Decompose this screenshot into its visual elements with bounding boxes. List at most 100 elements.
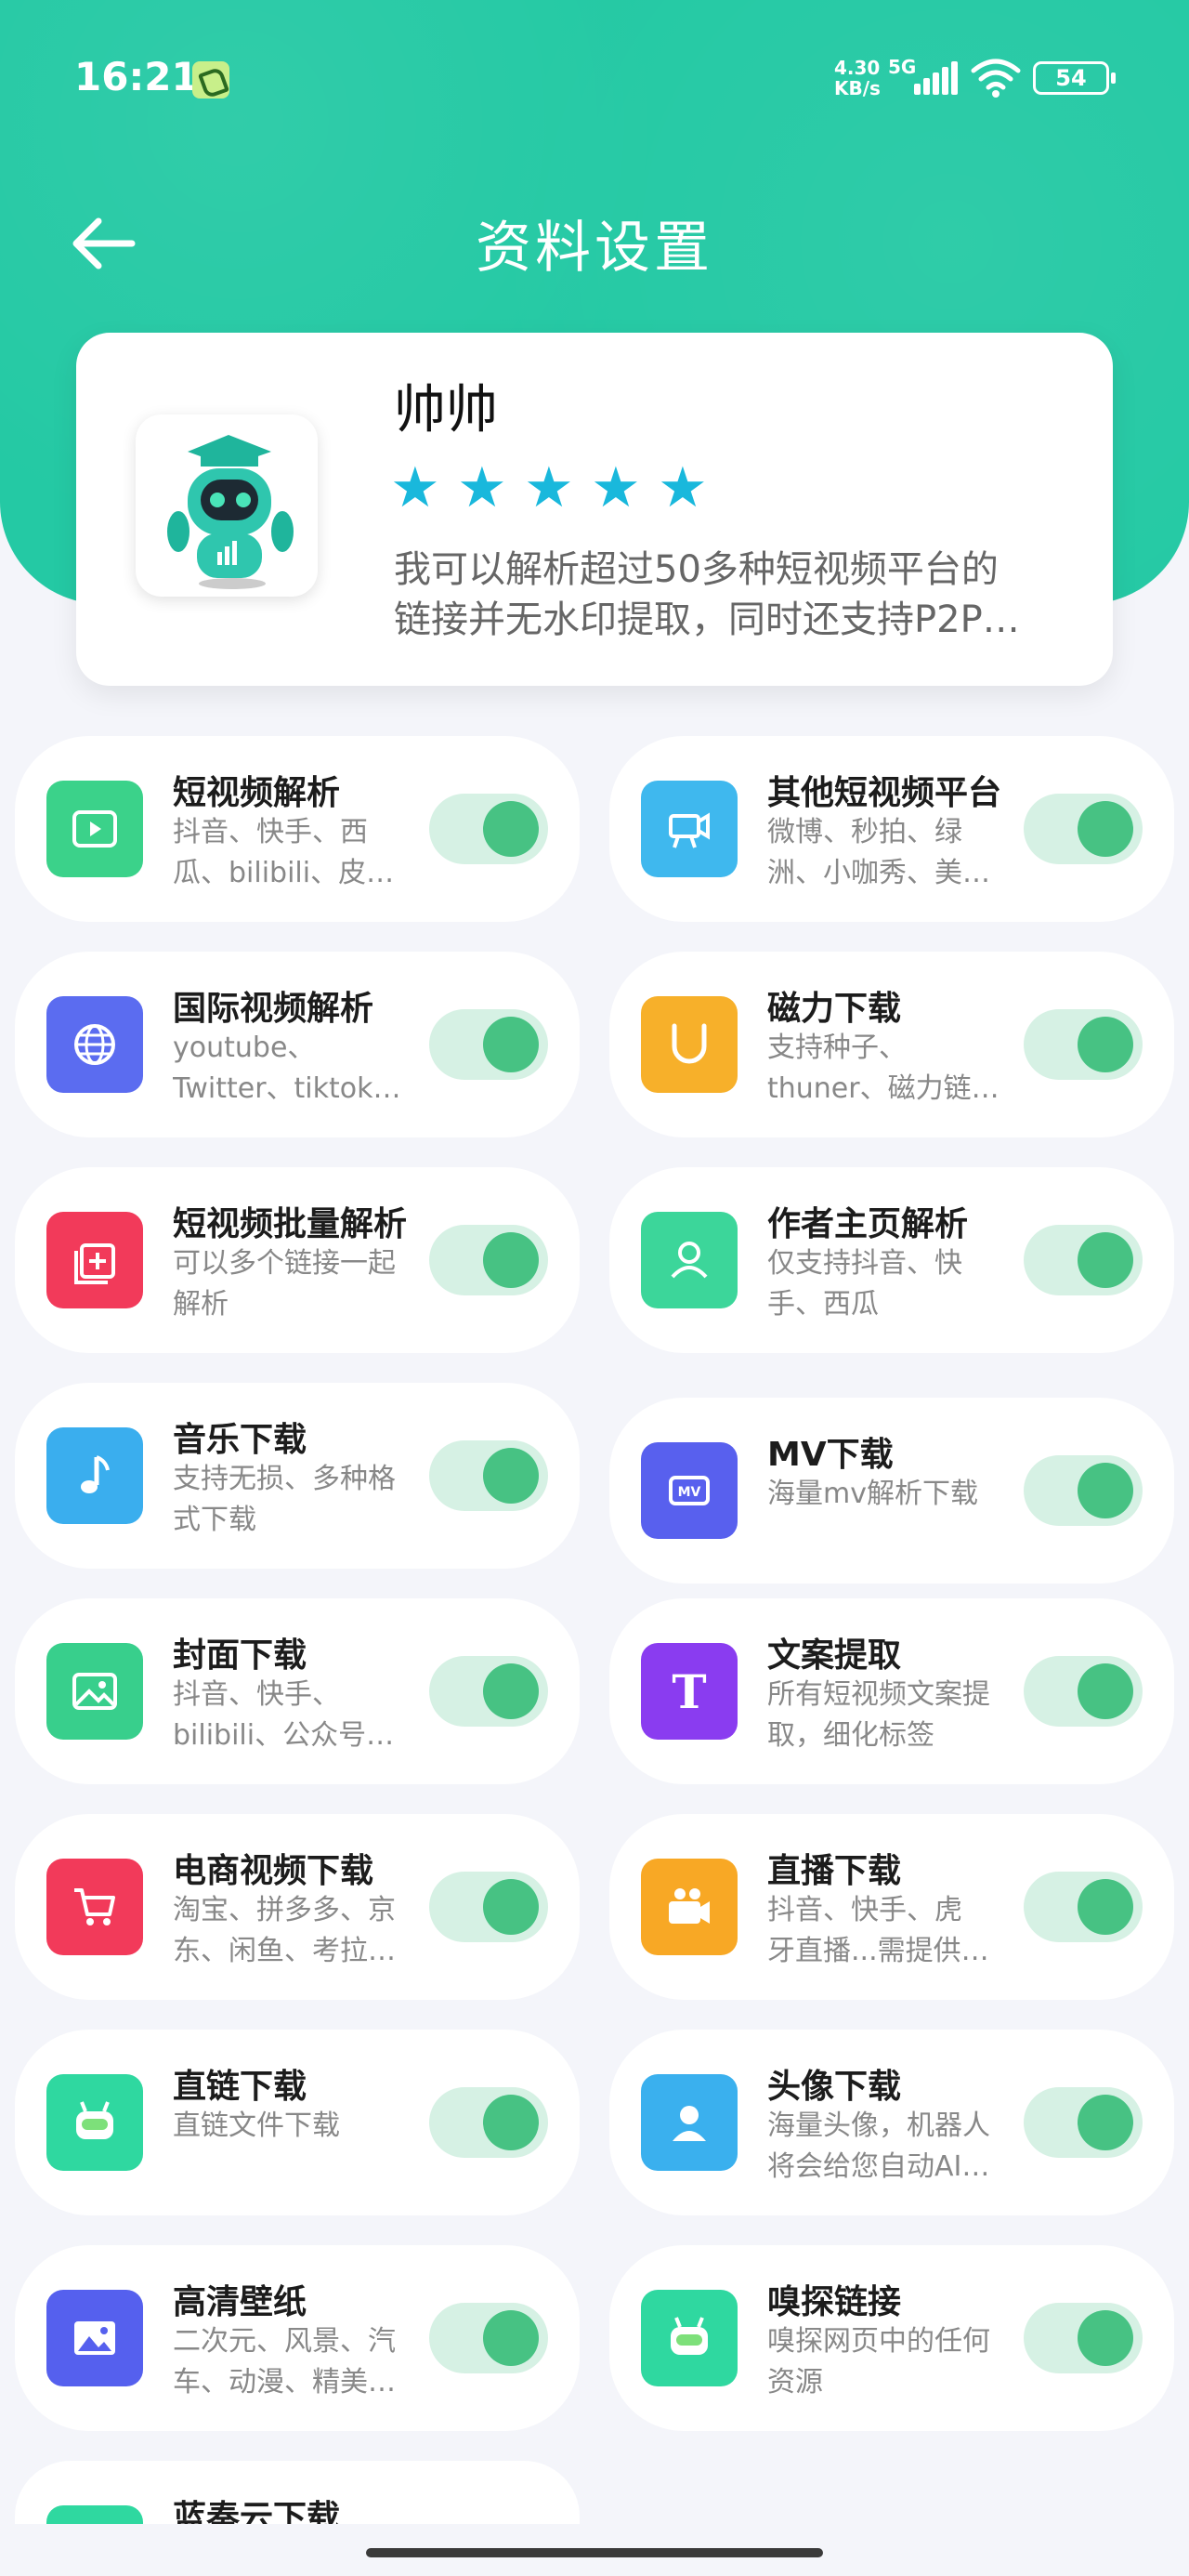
notification-app-icon	[192, 61, 229, 99]
feature-toggle[interactable]	[429, 1656, 548, 1727]
feature-toggle[interactable]	[1024, 2303, 1143, 2373]
feature-card-author[interactable]: 作者主页解析 仅支持抖音、快 手、西瓜	[609, 1167, 1174, 1353]
feature-toggle[interactable]	[1024, 1656, 1143, 1727]
gesture-nav-handle[interactable]	[366, 2548, 823, 2557]
feature-title: 封面下载	[173, 1636, 307, 1675]
feature-card-batch[interactable]: 短视频批量解析 可以多个链接一起 解析	[15, 1167, 580, 1353]
feature-toggle[interactable]	[429, 1225, 548, 1295]
feature-description: 淘宝、拼多多、京 东、闲鱼、考拉…	[173, 1894, 396, 1967]
feature-title: 国际视频解析	[173, 990, 374, 1028]
network-speed: 4.30 KB/s	[834, 58, 881, 99]
feature-description: 抖音、快手、西 瓜、bilibili、皮…	[173, 816, 395, 889]
feature-toggle[interactable]	[429, 1440, 548, 1511]
feature-card-avatar[interactable]: 头像下载 海量头像，机器人 将会给您自动AI…	[609, 2030, 1174, 2215]
robot-icon	[46, 2074, 143, 2171]
user-icon	[641, 1212, 738, 1308]
feature-card-international[interactable]: 国际视频解析 youtube、 Twitter、tiktok…	[15, 952, 580, 1137]
wallpaper-icon	[46, 2290, 143, 2386]
feature-description: 所有短视频文案提 取，细化标签	[767, 1678, 990, 1752]
feature-toggle[interactable]	[429, 2087, 548, 2158]
feature-title: 直链下载	[173, 2068, 307, 2106]
feature-toggle[interactable]	[429, 1872, 548, 1942]
profile-card[interactable]: 帅帅 ★ ★ ★ ★ ★ 我可以解析超过50多种短视频平台的 链接并无水印提取，…	[76, 333, 1113, 686]
star-icon: ★	[390, 455, 440, 520]
wifi-icon	[971, 59, 1021, 98]
feature-card-other-platforms[interactable]: 其他短视频平台 微博、秒拍、绿 洲、小咖秀、美…	[609, 736, 1174, 922]
feature-card-direct-link[interactable]: 直链下载 直链文件下载	[15, 2030, 580, 2215]
feature-card-live[interactable]: 直播下载 抖音、快手、虎 牙直播...需提供…	[609, 1814, 1174, 2000]
cloud-icon	[46, 2505, 143, 2524]
profile-description: 我可以解析超过50多种短视频平台的 链接并无水印提取，同时还支持P2P…	[394, 545, 1072, 645]
feature-toggle[interactable]	[1024, 1225, 1143, 1295]
feature-title: 嗅探链接	[767, 2283, 902, 2321]
feature-card-copywriting[interactable]: T 文案提取 所有短视频文案提 取，细化标签	[609, 1598, 1174, 1784]
feature-title: 头像下载	[767, 2068, 902, 2106]
feature-description: 直链文件下载	[173, 2109, 340, 2142]
mv-icon: MV	[641, 1442, 738, 1539]
feature-title: 其他短视频平台	[767, 774, 1002, 812]
bot-avatar	[136, 414, 318, 597]
rating-stars: ★ ★ ★ ★ ★	[390, 455, 712, 520]
robot-icon	[641, 2290, 738, 2386]
feature-card-music[interactable]: 音乐下载 支持无损、多种格 式下载	[15, 1383, 580, 1569]
feature-card-lanzou[interactable]: 蓝奏云下载	[15, 2461, 580, 2524]
text-t-icon: T	[641, 1643, 738, 1740]
shopping-cart-icon	[46, 1859, 143, 1955]
star-icon: ★	[591, 455, 641, 520]
feature-toggle[interactable]	[1024, 1009, 1143, 1080]
signal-icon	[910, 59, 959, 95]
feature-toggle[interactable]	[1024, 1872, 1143, 1942]
star-icon: ★	[524, 455, 574, 520]
batch-add-icon	[46, 1212, 143, 1308]
status-bar: 16:21 4.30 KB/s 5G 54	[0, 0, 1189, 158]
feature-description: 海量mv解析下载	[767, 1478, 978, 1510]
feature-title: 直播下载	[767, 1852, 902, 1890]
music-note-icon	[46, 1427, 143, 1524]
image-icon	[46, 1643, 143, 1740]
feature-toggle[interactable]	[429, 2303, 548, 2373]
star-icon: ★	[658, 455, 708, 520]
live-camera-icon	[641, 1859, 738, 1955]
feature-description: 海量头像，机器人 将会给您自动AI…	[767, 2109, 990, 2183]
feature-description: 可以多个链接一起 解析	[173, 1247, 396, 1321]
feature-title: 短视频解析	[173, 774, 341, 812]
feature-title: 作者主页解析	[767, 1205, 969, 1243]
feature-toggle[interactable]	[429, 1009, 548, 1080]
feature-description: 抖音、快手、虎 牙直播...需提供…	[767, 1894, 989, 1967]
feature-description: 支持无损、多种格 式下载	[173, 1463, 396, 1536]
star-icon: ★	[457, 455, 507, 520]
feature-toggle[interactable]	[1024, 794, 1143, 864]
network-speed-value: 4.30	[834, 57, 881, 79]
feature-description: 抖音、快手、 bilibili、公众号…	[173, 1678, 395, 1752]
svg-text:T: T	[672, 1664, 706, 1719]
feature-title: 音乐下载	[173, 1421, 307, 1459]
feature-title: 蓝奏云下载	[173, 2499, 341, 2524]
feature-toggle[interactable]	[429, 794, 548, 864]
profile-description-line: 链接并无水印提取，同时还支持P2P…	[394, 598, 1020, 641]
page-title: 资料设置	[476, 216, 713, 281]
network-speed-unit: KB/s	[834, 77, 881, 99]
svg-text:MV: MV	[678, 1485, 701, 1500]
feature-description: 微博、秒拍、绿 洲、小咖秀、美…	[767, 816, 990, 889]
battery-level: 54	[1055, 65, 1087, 91]
feature-title: 短视频批量解析	[173, 1205, 408, 1243]
feature-title: 磁力下载	[767, 990, 902, 1028]
feature-title: 高清壁纸	[173, 2283, 307, 2321]
feature-card-short-video[interactable]: 短视频解析 抖音、快手、西 瓜、bilibili、皮…	[15, 736, 580, 922]
feature-toggle[interactable]	[1024, 2087, 1143, 2158]
feature-title: MV下载	[767, 1436, 894, 1474]
camera-icon	[641, 781, 738, 877]
feature-card-sniff[interactable]: 嗅探链接 嗅探网页中的任何 资源	[609, 2245, 1174, 2431]
feature-card-wallpaper[interactable]: 高清壁纸 二次元、风景、汽 车、动漫、精美…	[15, 2245, 580, 2431]
video-play-icon	[46, 781, 143, 877]
feature-toggle[interactable]	[1024, 1455, 1143, 1526]
feature-description: youtube、 Twitter、tiktok…	[173, 1032, 401, 1105]
feature-card-cover[interactable]: 封面下载 抖音、快手、 bilibili、公众号…	[15, 1598, 580, 1784]
feature-card-ecommerce[interactable]: 电商视频下载 淘宝、拼多多、京 东、闲鱼、考拉…	[15, 1814, 580, 2000]
avatar-icon	[641, 2074, 738, 2171]
feature-card-mv[interactable]: MV MV下载 海量mv解析下载	[609, 1398, 1174, 1584]
feature-title: 文案提取	[767, 1636, 902, 1675]
globe-icon	[46, 996, 143, 1093]
feature-card-magnet[interactable]: 磁力下载 支持种子、 thuner、磁力链…	[609, 952, 1174, 1137]
feature-description: 支持种子、 thuner、磁力链…	[767, 1032, 1000, 1105]
